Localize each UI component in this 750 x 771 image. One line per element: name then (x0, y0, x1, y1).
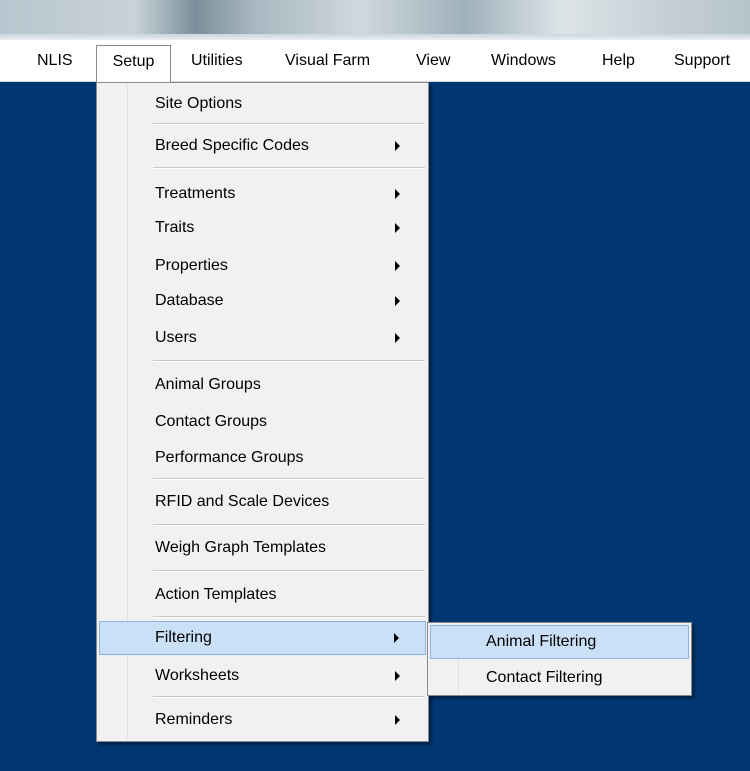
menu-separator (153, 570, 425, 572)
menu-windows[interactable]: Windows (491, 46, 556, 76)
menu-item-contact-filtering[interactable]: Contact Filtering (430, 661, 689, 694)
submenu-arrow-icon (395, 714, 400, 725)
menu-item-animal-groups[interactable]: Animal Groups (99, 368, 426, 401)
menu-item-worksheets[interactable]: Worksheets (99, 659, 426, 692)
menu-item-action-templates[interactable]: Action Templates (99, 578, 426, 611)
menu-item-label: Reminders (155, 711, 233, 728)
menu-help[interactable]: Help (602, 46, 635, 76)
menu-item-reminders[interactable]: Reminders (99, 703, 426, 736)
menu-setup[interactable]: Setup (96, 45, 171, 82)
menu-separator (153, 360, 425, 362)
menu-item-label: Properties (155, 257, 228, 274)
submenu-arrow-icon (395, 670, 400, 681)
submenu-arrow-icon (395, 222, 400, 233)
setup-dropdown-menu: Site Options Breed Specific Codes Treatm… (96, 82, 429, 742)
menu-separator (153, 478, 425, 480)
menu-item-label: Treatments (155, 185, 236, 202)
menu-item-label: Users (155, 329, 197, 346)
menu-item-contact-groups[interactable]: Contact Groups (99, 405, 426, 438)
menu-item-label: Animal Filtering (486, 633, 597, 650)
menu-item-filtering[interactable]: Filtering (99, 621, 426, 655)
menu-item-label: Breed Specific Codes (155, 137, 309, 154)
menu-nlis[interactable]: NLIS (37, 46, 73, 76)
menu-item-label: Database (155, 292, 224, 309)
menu-utilities[interactable]: Utilities (191, 46, 243, 76)
menu-item-label: Animal Groups (155, 376, 261, 393)
menu-item-label: Weigh Graph Templates (155, 539, 327, 556)
menu-item-performance-groups[interactable]: Performance Groups (99, 441, 426, 474)
menu-item-traits[interactable]: Traits (99, 211, 426, 244)
menu-item-label: Filtering (155, 629, 212, 646)
menu-item-label: Action Templates (155, 586, 277, 603)
menu-item-site-options[interactable]: Site Options (99, 87, 426, 120)
menu-separator (153, 123, 425, 125)
filtering-submenu: Animal Filtering Contact Filtering (427, 622, 692, 696)
menu-item-users[interactable]: Users (99, 321, 426, 354)
submenu-arrow-icon (395, 332, 400, 343)
submenu-arrow-icon (395, 295, 400, 306)
menu-view[interactable]: View (416, 46, 450, 76)
menu-item-database[interactable]: Database (99, 284, 426, 317)
menu-item-label: Contact Filtering (486, 669, 603, 686)
menu-separator (153, 524, 425, 526)
submenu-arrow-icon (395, 140, 400, 151)
menu-item-label: Site Options (155, 95, 243, 112)
menu-item-label: Traits (155, 219, 195, 236)
menu-separator (153, 167, 425, 169)
menu-separator (153, 616, 425, 618)
window-title-bar (0, 0, 750, 40)
menu-item-rfid-and-scale-devices[interactable]: RFID and Scale Devices (99, 485, 426, 518)
submenu-arrow-icon (395, 188, 400, 199)
menu-support[interactable]: Support (674, 46, 730, 76)
menu-bar: NLIS Setup Utilities Visual Farm View Wi… (0, 40, 750, 82)
menu-item-animal-filtering[interactable]: Animal Filtering (430, 625, 689, 659)
menu-item-label: Contact Groups (155, 413, 268, 430)
menu-item-treatments[interactable]: Treatments (99, 177, 426, 210)
submenu-arrow-icon (394, 633, 399, 643)
menu-item-breed-specific-codes[interactable]: Breed Specific Codes (99, 129, 426, 162)
submenu-arrow-icon (395, 260, 400, 271)
menu-separator (153, 696, 425, 698)
menu-item-label: RFID and Scale Devices (155, 493, 330, 510)
menu-item-properties[interactable]: Properties (99, 249, 426, 282)
menu-item-label: Performance Groups (155, 449, 304, 466)
menu-item-weigh-graph-templates[interactable]: Weigh Graph Templates (99, 531, 426, 564)
menu-item-label: Worksheets (155, 667, 240, 684)
menu-visual-farm[interactable]: Visual Farm (285, 46, 370, 76)
